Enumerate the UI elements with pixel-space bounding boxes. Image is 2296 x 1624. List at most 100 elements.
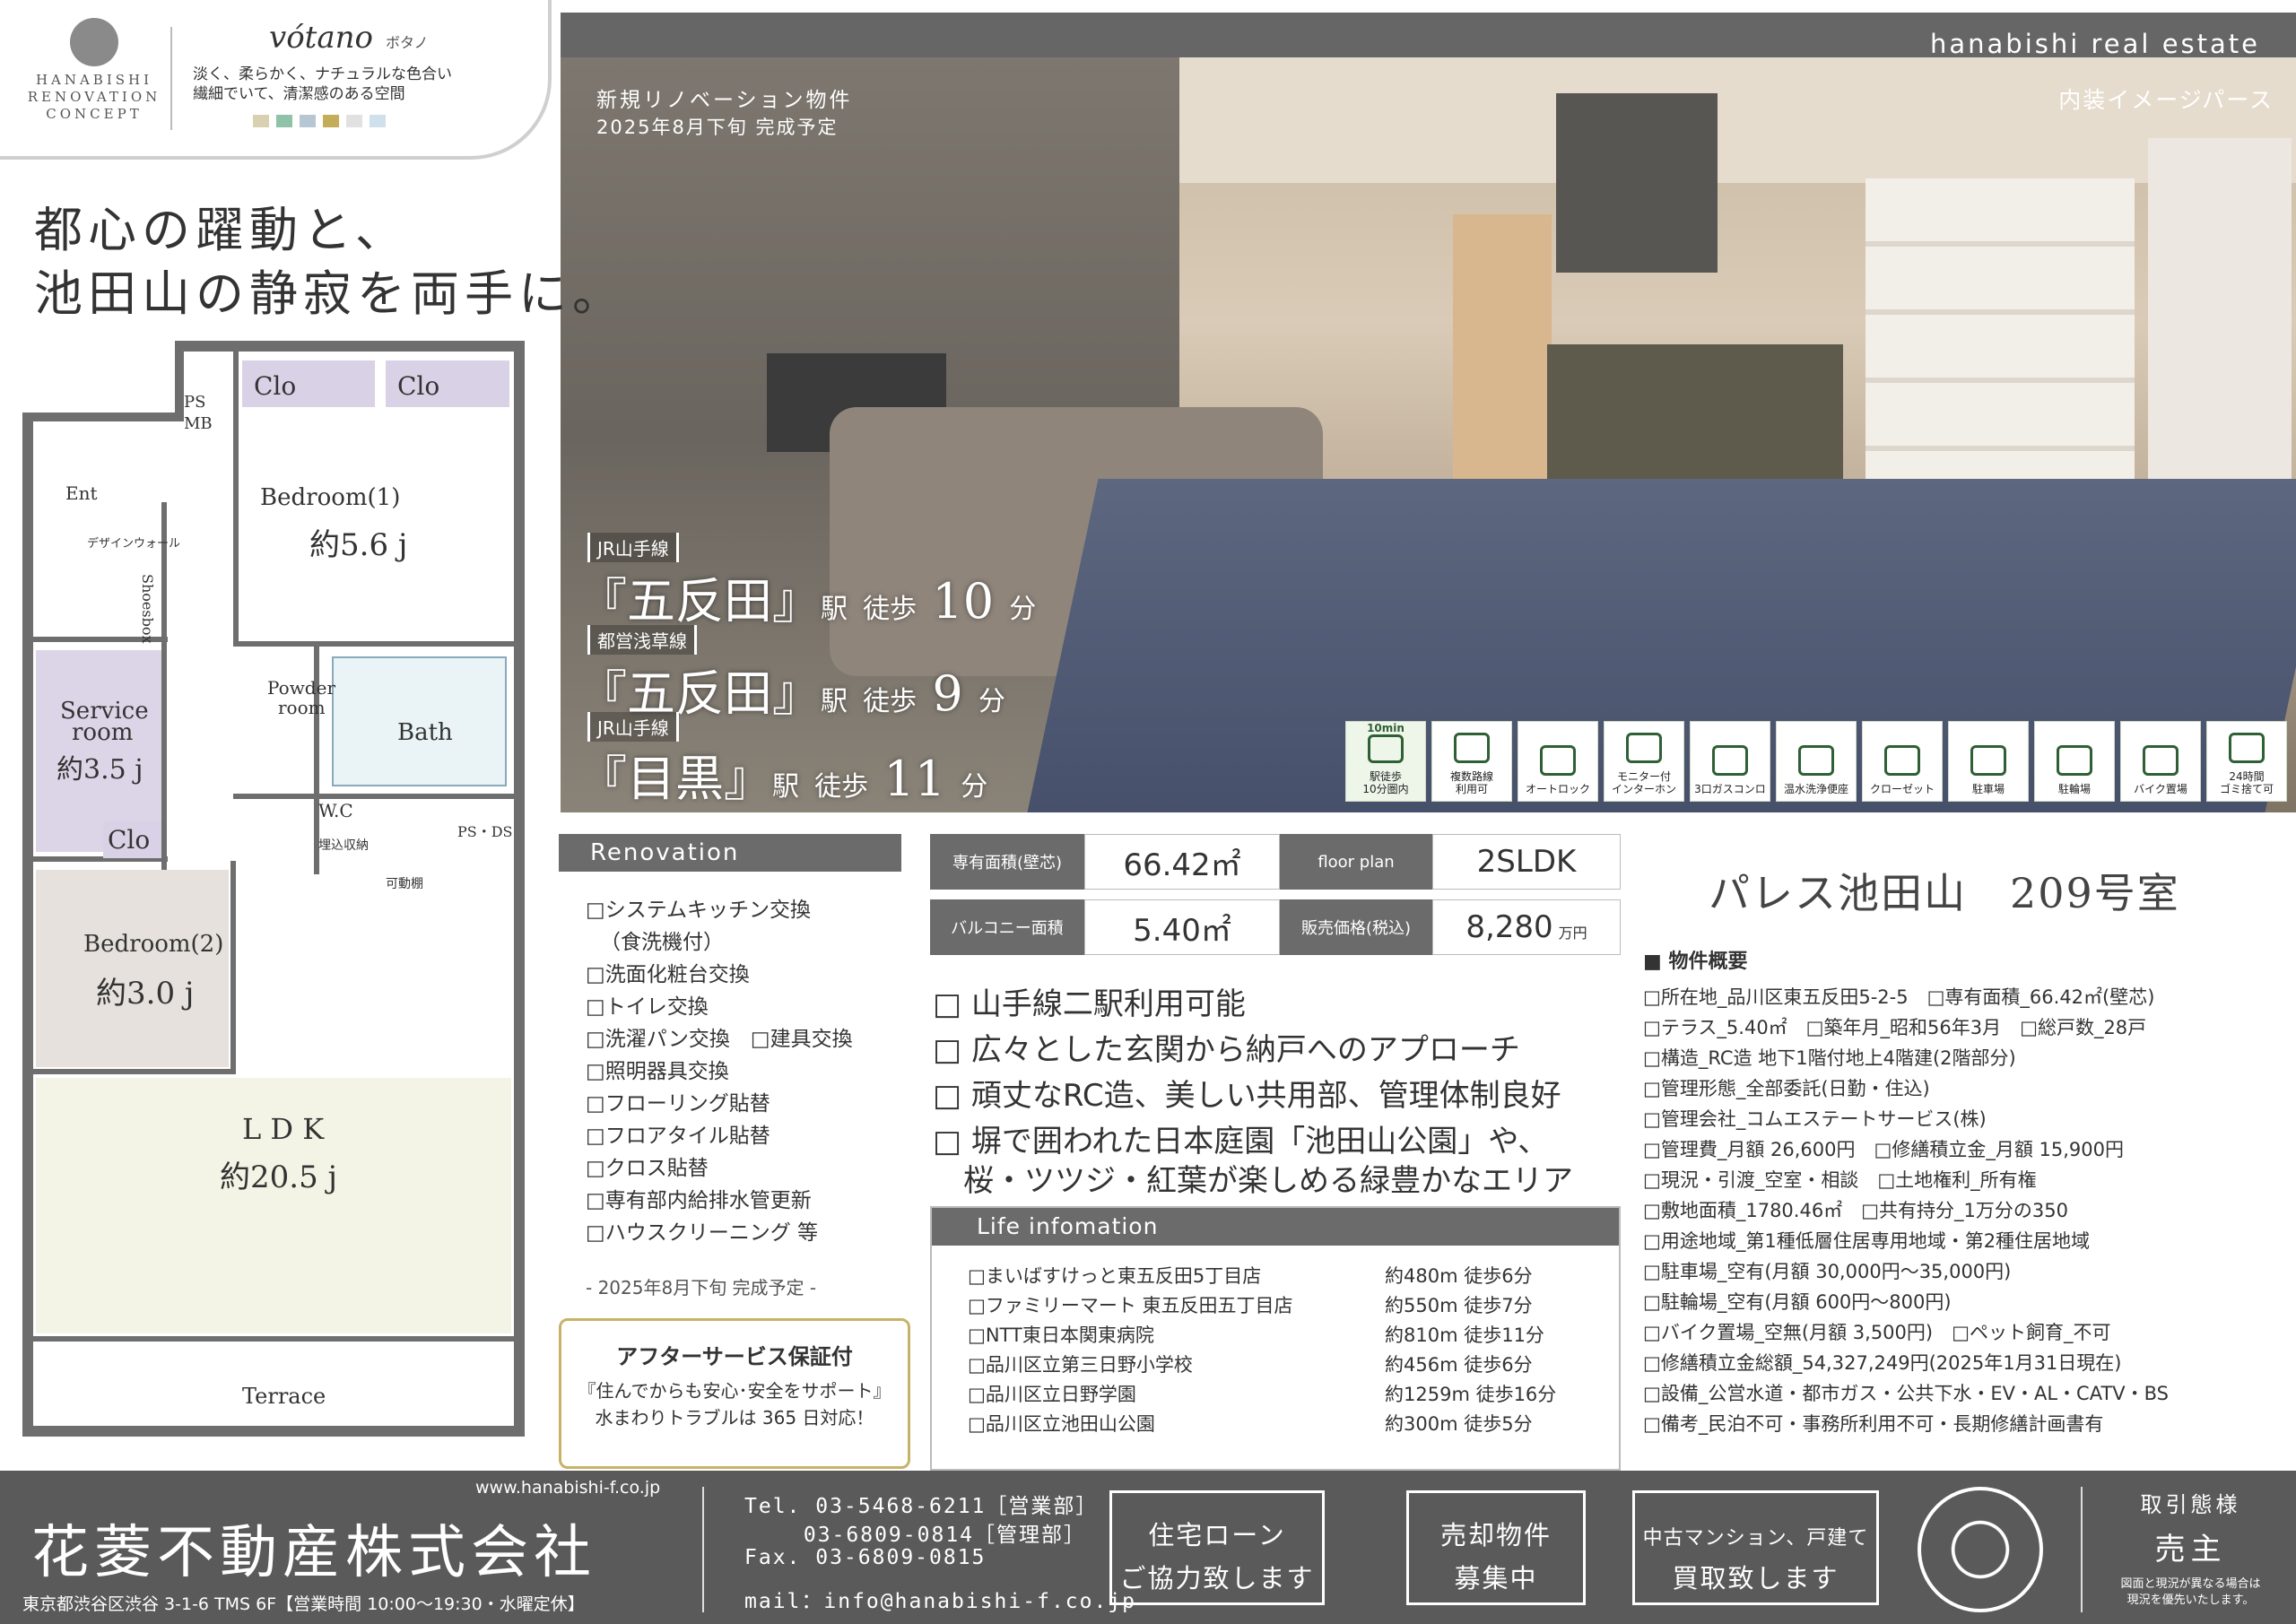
amenity-tile: 3口ガスコンロ [1690,721,1770,802]
property-detail: □管理費_月額 26,600円 □修繕積立金_月額 15,900円 [1643,1139,2124,1160]
facility-distance: 約480m 徒歩6分 [1385,1265,1533,1287]
walk-minutes: 9 [932,665,963,722]
property-detail: □用途地域_第1種低層住居専用地域・第2種住居地域 [1643,1230,2091,1252]
color-swatch [253,115,269,127]
spec-label: 販売価格(税込) [1280,899,1432,955]
terrace-label: Terrace [242,1384,326,1409]
price-value: 8,280 万円 [1432,899,1621,955]
box-text: 住宅ローン [1148,1520,1286,1550]
divider [2081,1487,2083,1612]
bedroom-1-label: Bedroom(1) [260,484,401,511]
property-detail: □備考_民泊不可・事務所利用不可・長期修繕計画書有 [1643,1413,2104,1435]
wall [33,1069,230,1074]
amenity-label: 駐輪場 [2057,783,2091,795]
amenity-tile: 24時間 ゴミ捨て可 [2206,721,2287,802]
wall [175,341,525,352]
color-swatch [276,115,292,127]
amenity-label: 駅徒歩 [1369,770,1402,783]
facility-distance: 約300m 徒歩5分 [1385,1413,1533,1435]
renovation-item: □洗濯パン交換 □建具交換 [586,1028,853,1051]
property-detail: □駐車場_空有(月額 30,000円〜35,000円) [1643,1261,2012,1282]
loan-box: 住宅ローン ご協力致します [1109,1490,1325,1605]
wall [175,341,184,421]
amenity-label: 複数路線 [1449,770,1493,783]
amenity-icons: 10min 駅徒歩 10分圏内 複数路線 利用可 オートロック モニター付 インターホン 3口ガ… [1345,721,2287,802]
concept-brand: vótano [269,20,373,56]
amenity-label: ゴミ捨て可 [2219,783,2274,795]
email-link[interactable]: mail：info@hanabishi-f.co.jp [744,1584,1136,1614]
amenity-label: 温水洗浄便座 [1783,783,1848,795]
renovation-item: （食洗機付） [600,931,724,954]
entrance-label: Ent [65,482,98,504]
car-icon [1970,745,2006,776]
station-access: 『五反田』駅 徒歩 10 分 [578,561,1036,632]
facility-name: □ファミリーマート 東五反田五丁目店 [968,1295,1293,1316]
wall [233,641,514,647]
management-phone[interactable]: 03-6809-0814［管理部］ [744,1517,1086,1548]
feature-item: □ 塀で囲われた日本庭園「池田山公園」や、 [933,1124,1549,1159]
property-detail: □管理形態_全部委託(日勤・住込) [1643,1078,1930,1099]
station-name: 『五反田』 [578,573,821,630]
closet-label: Clo [108,825,151,855]
website-link[interactable]: www.hanabishi-f.co.jp [475,1478,660,1498]
ldk-size: 約20.5 j [220,1159,338,1195]
design-wall-label: デザインウォール [87,537,181,551]
bedroom-2-size: 約3.0 j [96,976,195,1012]
amenity-tile: 複数路線 利用可 [1431,721,1512,802]
renovation-item: □照明器具交換 [586,1060,729,1083]
photo-caption: 2025年8月下旬 完成予定 [596,117,839,138]
walk-label: 徒歩 [863,686,918,717]
box-text: 売却物件 [1439,1520,1552,1550]
station-line-label: 都営浅草線 [587,625,697,655]
renovation-item: □システムキッチン交換 [586,899,812,922]
life-information-title: Life infomation [932,1208,1619,1246]
renovation-item: □フロアタイル貼替 [586,1125,770,1148]
amenity-tile: 10min 駅徒歩 10分圏内 [1345,721,1426,802]
station-line-label: JR山手線 [587,533,679,562]
spec-value: 2SLDK [1432,834,1621,890]
walk-minutes: 11 [883,751,946,807]
divider [702,1487,704,1612]
minutes-unit: 分 [978,686,1005,717]
station-access: 『目黒』駅 徒歩 11 分 [578,739,987,810]
amenity-label: 3口ガスコンロ [1694,783,1766,795]
amenity-tile: 温水洗浄便座 [1776,721,1857,802]
service-room-label: room [72,719,134,746]
feature-item: □ 頑丈なRC造、美しい共用部、管理体制良好 [933,1078,1561,1114]
renovation-item: □専有部内給排水管更新 [586,1189,812,1212]
concept-brand-kana: ボタノ [386,34,429,51]
feature-item: 桜・ツツジ・紅葉が楽しめる緑豊かなエリア [933,1163,1573,1199]
wall [233,794,514,799]
wall [22,413,179,421]
ps-ds-label: PS・DS [457,823,513,840]
renovation-panel: Renovation □システムキッチン交換 （食洗機付） □洗面化粧台交換 □… [559,834,901,1309]
facility-name: □品川区立第三日野小学校 [968,1354,1193,1376]
spec-value: 5.40㎡ [1084,899,1280,955]
closet-icon [1884,745,1920,776]
powder-room-label: room [278,697,326,718]
station-line-label: JR山手線 [587,712,679,742]
toilet-icon [1798,745,1834,776]
station-suffix: 駅 [821,686,848,717]
amenity-label: バイク置場 [2134,783,2187,795]
box-text: 中古マンション、戸建て [1642,1527,1869,1550]
box-text: 買取致します [1672,1563,1839,1594]
shelf-label: 可動棚 [386,877,423,891]
sales-phone[interactable]: Tel. 03-5468-6211［営業部］ [744,1489,1098,1519]
concept-panel: HANABISHI RENOVATION CONCEPT vótano ボタノ … [0,0,552,160]
walk-label: 徒歩 [814,771,869,803]
life-information: Life infomation □まいばすけっと東五反田5丁目店 約480m 徒… [930,1206,1621,1471]
concept-logo-line: HANABISHI [35,72,153,88]
spec-value: 66.42㎡ [1084,834,1280,890]
walking-icon [1368,734,1404,763]
box-text: ご協力致します [1119,1563,1315,1594]
wall [22,1426,525,1437]
company-address: 東京都渋谷区渋谷 3-1-6 TMS 6F【営業時間 10:00〜19:30・水… [22,1594,585,1614]
amenity-label: モニター付 [1616,770,1671,783]
walk-minutes: 10 [932,573,995,630]
station-suffix: 駅 [821,594,848,625]
amenity-label: 10分圏内 [1362,783,1409,795]
header-band: hanabishi real estate [561,13,2296,59]
station-name: 『目黒』 [578,751,772,807]
after-service-text: 『住んでからも安心･安全をサポート』 [578,1380,891,1402]
